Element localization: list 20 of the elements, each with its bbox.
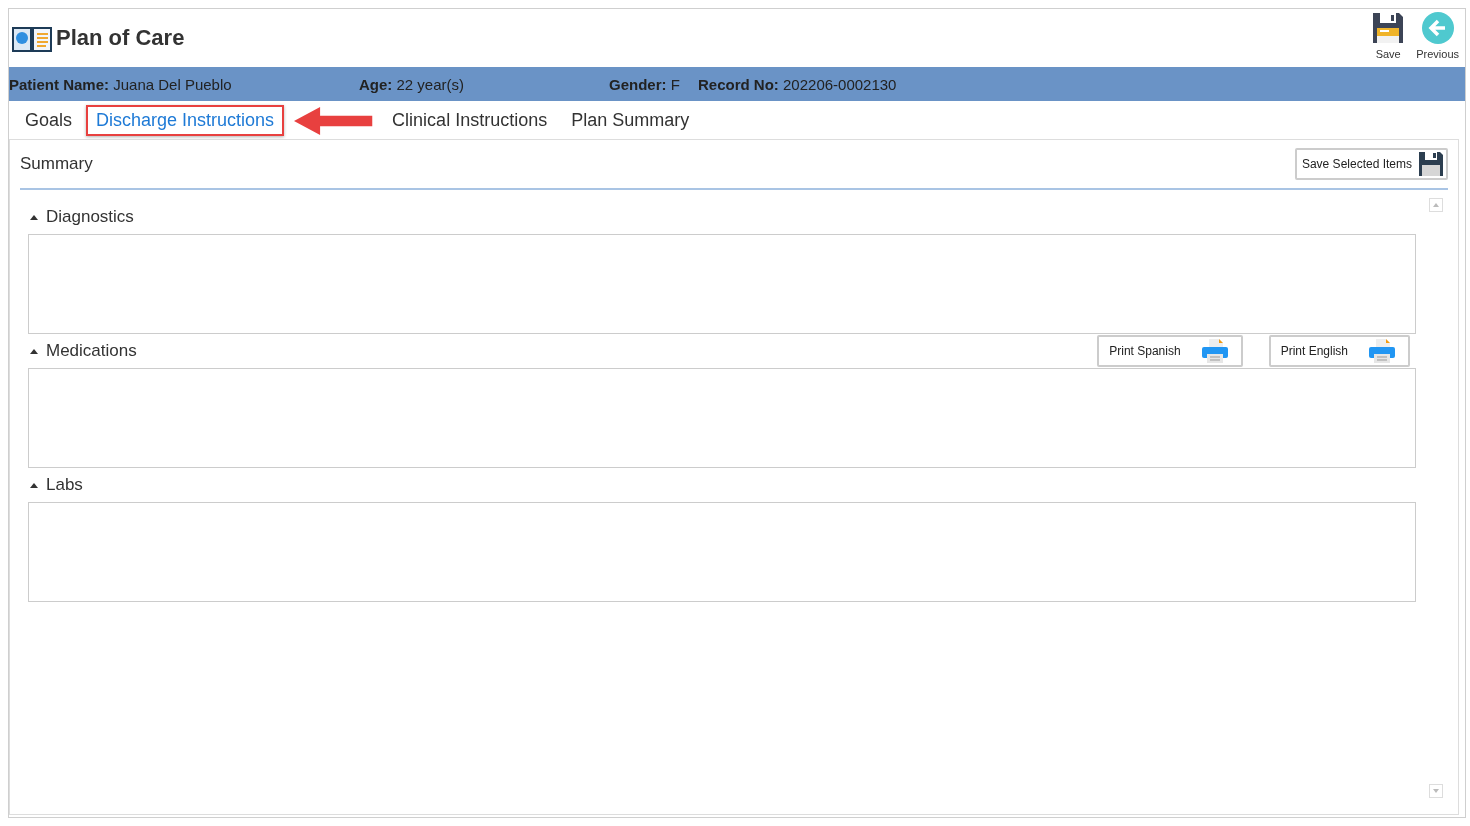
print-button[interactable]: Print Spanish	[1097, 335, 1243, 367]
window-title: Plan of Care	[56, 25, 185, 51]
patient-field: Age: 22 year(s)	[359, 75, 609, 93]
patient-field: Patient Name: Juana Del Pueblo	[9, 75, 359, 93]
printer-icon	[1368, 338, 1396, 364]
tab[interactable]: Clinical Instructions	[382, 104, 558, 136]
previous-button[interactable]: Previous	[1414, 12, 1461, 60]
tab[interactable]: Discharge Instructions	[86, 104, 285, 136]
printer-icon	[1200, 338, 1229, 364]
book-icon	[12, 25, 52, 53]
tab[interactable]: Goals	[15, 104, 83, 136]
save-selected-button[interactable]: Save Selected Items	[1294, 148, 1448, 180]
patient-field: Gender: F	[609, 75, 698, 93]
section-title: Labs	[46, 475, 83, 495]
print-button[interactable]: Print English	[1268, 335, 1410, 367]
patient-field: Record No: 202206-0002130	[698, 75, 897, 93]
section-title: Medications	[46, 341, 137, 361]
tab[interactable]: Plan Summary	[561, 104, 700, 136]
section-title: Diagnostics	[46, 207, 134, 227]
section-title: Summary	[20, 154, 93, 174]
